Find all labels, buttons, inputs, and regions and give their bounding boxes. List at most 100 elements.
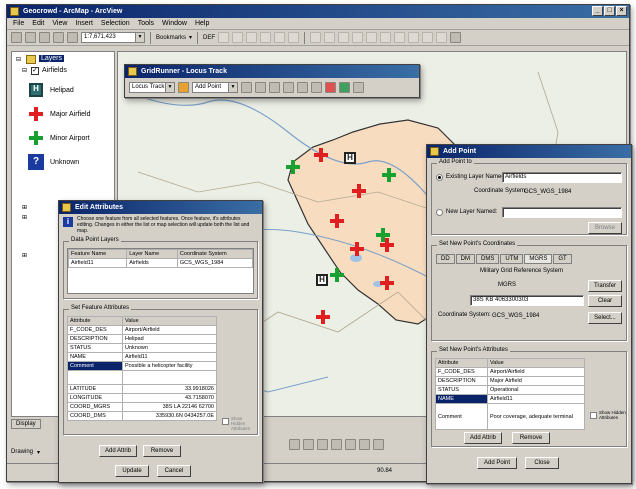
tool-icon[interactable] [380, 32, 392, 43]
select-arrow-icon[interactable] [331, 439, 342, 450]
value-cell[interactable]: Operational [487, 385, 585, 395]
table-row-selected[interactable]: Comment Possible a helicopter facility [67, 361, 217, 371]
minimize-button[interactable]: _ [592, 6, 603, 16]
column-header[interactable]: Coordinate System [176, 249, 254, 259]
existing-layer-select[interactable]: Airfields [502, 172, 622, 183]
select-button[interactable]: Select... [588, 312, 622, 324]
value-cell[interactable]: 43.7158070 [122, 393, 217, 403]
save-icon[interactable] [11, 32, 22, 43]
tab-dms[interactable]: DMS [476, 254, 500, 264]
value-cell[interactable]: Airport/Airfield [487, 367, 585, 377]
value-cell[interactable] [122, 370, 217, 385]
tool-icon[interactable] [422, 32, 434, 43]
table-row[interactable] [67, 370, 217, 385]
menu-file[interactable]: File [13, 18, 24, 29]
cancel-button[interactable]: Cancel [157, 465, 191, 477]
transfer-button[interactable]: Transfer [588, 280, 622, 292]
value-cell[interactable]: Unknown [122, 343, 217, 353]
table-row-selected[interactable]: NAME Airfield11 [435, 394, 585, 404]
tool-icon[interactable] [450, 32, 462, 43]
minor-airport-marker[interactable] [382, 168, 396, 182]
minor-airport-marker[interactable] [286, 160, 300, 174]
minor-airport-marker[interactable] [330, 268, 344, 282]
tool-icon[interactable] [232, 32, 244, 43]
column-header[interactable]: Value [487, 358, 585, 368]
tool-icon[interactable] [338, 32, 350, 43]
find-icon[interactable] [359, 439, 370, 450]
menu-window[interactable]: Window [162, 18, 187, 29]
value-cell[interactable]: Airfield11 [487, 394, 585, 404]
drawing-dropdown-icon[interactable]: ▾ [37, 449, 40, 456]
tool-icon[interactable] [366, 32, 378, 43]
major-airfield-marker[interactable] [350, 242, 364, 256]
scale-combo[interactable]: 1:7,671,423 ▼ [81, 32, 145, 43]
table-row[interactable]: F_CODE_DES Airport/Airfield [435, 367, 585, 377]
tab-display[interactable]: Display [11, 419, 41, 429]
add-point-combo[interactable]: Add Point ▼ [192, 81, 238, 93]
major-airfield-marker[interactable] [380, 276, 394, 290]
maximize-button[interactable]: □ [604, 6, 615, 16]
tab-mgrs[interactable]: MGRS [524, 254, 553, 264]
value-cell[interactable]: 38S LA 22146 62700 [122, 402, 217, 412]
print-icon[interactable] [25, 32, 36, 43]
layer-expand-icon[interactable]: ⊞ [22, 252, 27, 259]
tool-icon[interactable] [274, 32, 286, 43]
tool-icon[interactable] [324, 32, 336, 43]
tool-icon[interactable] [218, 32, 230, 43]
menu-selection[interactable]: Selection [101, 18, 130, 29]
remove-attribute-button[interactable]: Remove [512, 432, 550, 444]
major-airfield-marker[interactable] [352, 184, 366, 198]
tool-icon[interactable] [394, 32, 406, 43]
tab-gt[interactable]: GT [553, 254, 572, 264]
table-row[interactable]: LONGITUDE 43.7158070 [67, 393, 217, 403]
update-button[interactable]: Update [115, 465, 149, 477]
table-row[interactable]: Comment Poor coverage, adequate terminal [435, 403, 585, 430]
add-point-button[interactable]: Add Point [477, 457, 517, 469]
catalog-icon[interactable] [53, 32, 64, 43]
value-cell[interactable]: Possible a helicopter facility [122, 361, 217, 371]
attributes-grid[interactable]: Attribute Value F_CODE_DES Airport/Airfie… [67, 316, 217, 421]
delete-icon[interactable] [325, 81, 336, 93]
new-layer-input[interactable] [502, 207, 622, 218]
layer-visibility-checkbox[interactable]: ✓ [31, 67, 39, 75]
menu-help[interactable]: Help [195, 18, 209, 29]
table-row[interactable]: COORD_MGRS 38S LA 22146 62700 [67, 402, 217, 412]
value-cell[interactable]: Poor coverage, adequate terminal [487, 403, 585, 430]
value-cell[interactable]: Airfield11 [122, 352, 217, 362]
new-layer-radio[interactable] [436, 209, 443, 216]
layer-expand-icon[interactable]: ⊟ [22, 67, 27, 74]
table-row[interactable]: F_CODE_DES Airport/Airfield [67, 325, 217, 335]
tab-dd[interactable]: DD [436, 254, 455, 264]
value-cell[interactable]: 33.9918026 [122, 384, 217, 394]
layer-expand-icon[interactable]: ⊞ [22, 214, 27, 221]
tab-dm[interactable]: DM [455, 254, 476, 264]
value-cell[interactable]: Helipad [122, 334, 217, 344]
value-cell[interactable]: 335930.6N 0434257.0E [122, 411, 217, 421]
helipad-marker[interactable]: H [316, 274, 328, 286]
table-row[interactable]: STATUS Operational [435, 385, 585, 395]
value-cell[interactable]: Airport/Airfield [122, 325, 217, 335]
cursor-icon[interactable] [241, 81, 252, 93]
remove-attribute-button[interactable]: Remove [143, 445, 181, 457]
table-row[interactable]: STATUS Unknown [67, 343, 217, 353]
table-row[interactable]: COORD_DMS 335930.6N 0434257.0E [67, 411, 217, 421]
major-airfield-marker[interactable] [380, 238, 394, 252]
helipad-marker[interactable]: H [344, 152, 356, 164]
pan-icon[interactable] [317, 439, 328, 450]
existing-layer-radio[interactable] [436, 174, 443, 181]
column-header[interactable]: Feature Name [67, 249, 128, 259]
zoom-in-icon[interactable] [289, 439, 300, 450]
show-hidden-checkbox[interactable] [590, 412, 597, 419]
close-button[interactable]: × [616, 6, 627, 16]
measure-icon[interactable] [373, 439, 384, 450]
menu-view[interactable]: View [52, 18, 67, 29]
column-header[interactable]: Layer Name [126, 249, 178, 259]
folder-icon[interactable] [178, 81, 189, 93]
table-row[interactable]: LATITUDE 33.9918026 [67, 384, 217, 394]
tool-icon[interactable] [352, 32, 364, 43]
tool-icon[interactable] [246, 32, 258, 43]
identify-icon[interactable] [67, 32, 78, 43]
add-data-icon[interactable] [39, 32, 50, 43]
show-hidden-checkbox[interactable] [222, 418, 229, 425]
table-row[interactable]: DESCRIPTION Helipad [67, 334, 217, 344]
